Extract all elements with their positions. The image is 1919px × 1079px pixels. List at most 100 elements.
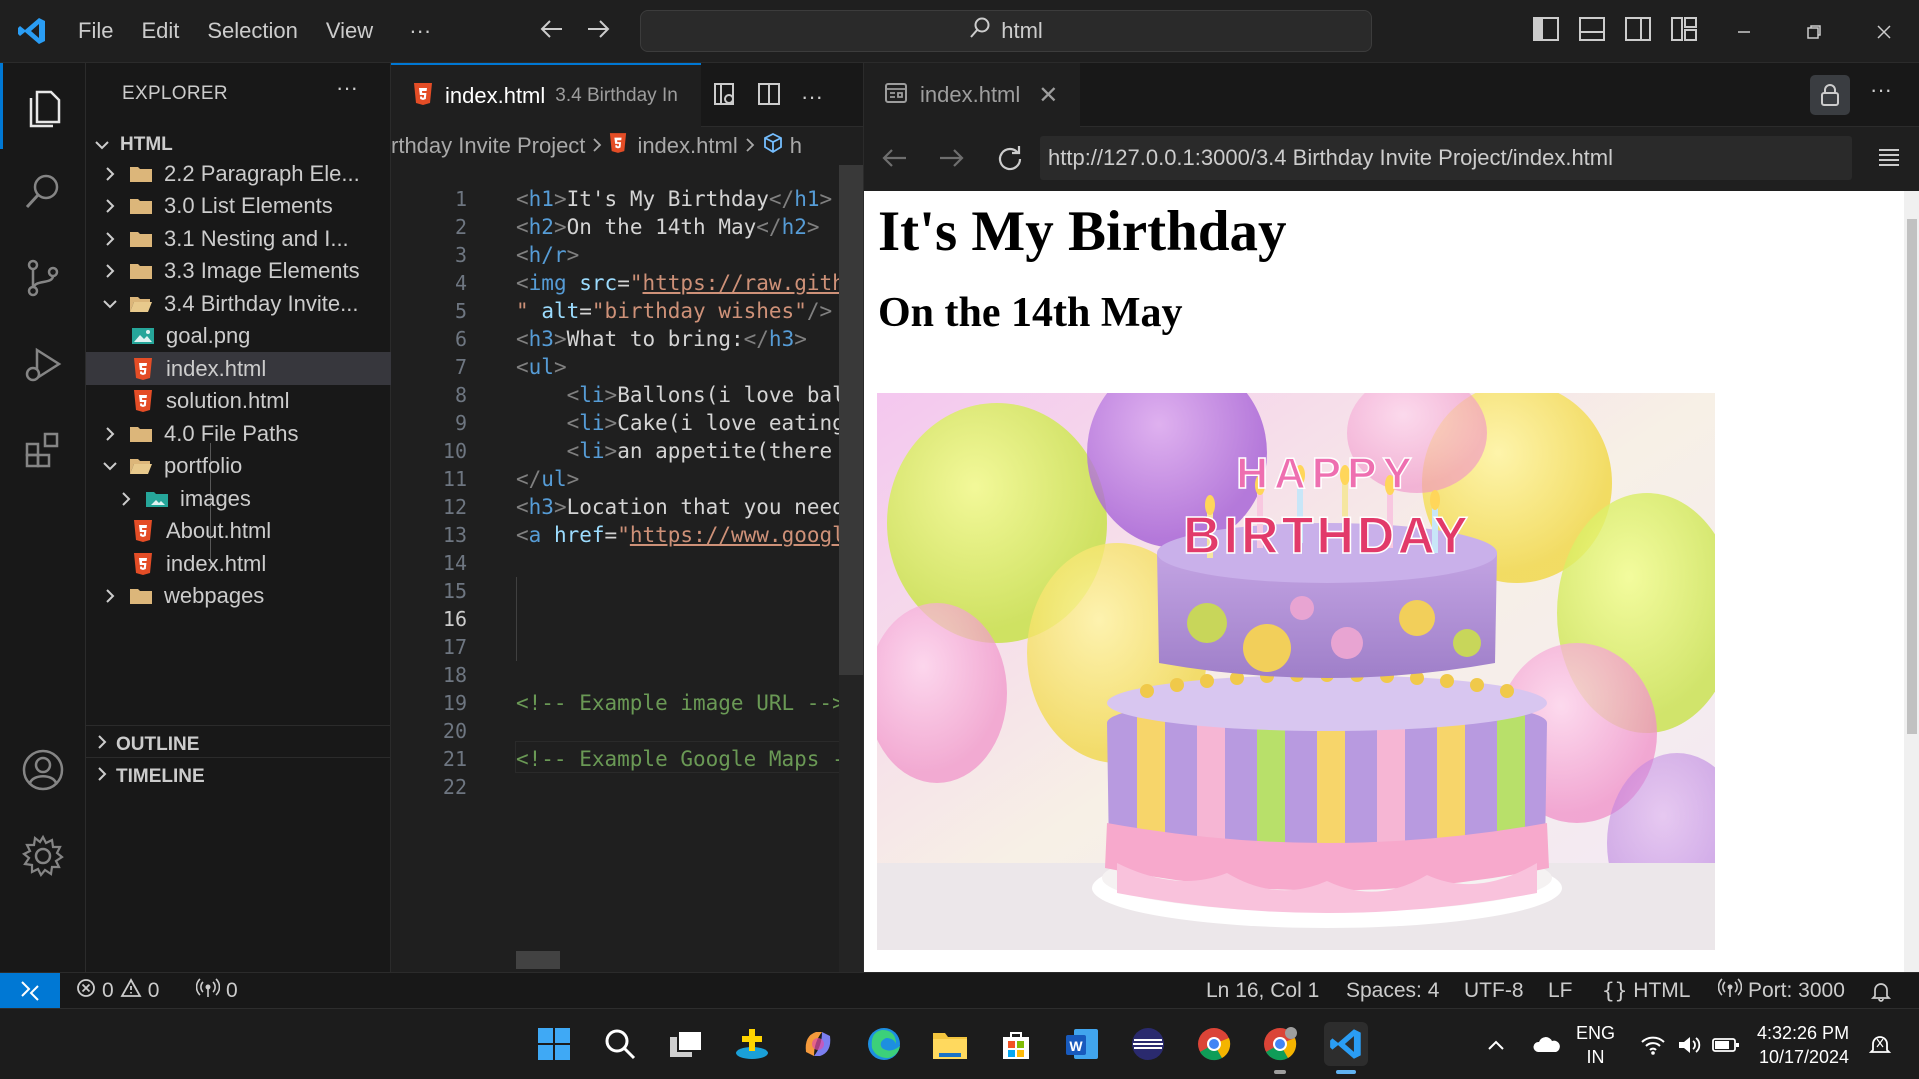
- menu-selection[interactable]: Selection: [193, 11, 312, 51]
- minimap-slider[interactable]: [839, 165, 863, 675]
- explorer-item[interactable]: 4.0 File Paths: [86, 417, 391, 450]
- split-editor-icon[interactable]: [757, 81, 781, 112]
- cursor-position[interactable]: Ln 16, Col 1: [1206, 973, 1319, 1009]
- indentation[interactable]: Spaces: 4: [1346, 973, 1439, 1009]
- hamburger-menu-icon[interactable]: [1876, 145, 1902, 176]
- menu-view[interactable]: View: [312, 11, 387, 51]
- tray-overflow-chevron-icon[interactable]: [1486, 1009, 1506, 1079]
- forward-arrow-icon[interactable]: [586, 14, 612, 44]
- app-disc-icon[interactable]: [1126, 1022, 1170, 1066]
- input-language-indicator[interactable]: ENG IN: [1576, 1021, 1615, 1069]
- horizontal-scrollbar[interactable]: [516, 951, 560, 969]
- task-view-icon[interactable]: [664, 1022, 708, 1066]
- browser-more-button[interactable]: ···: [1870, 77, 1892, 103]
- word-icon[interactable]: W: [1060, 1022, 1104, 1066]
- menu-file[interactable]: File: [64, 11, 127, 51]
- line-number: 15: [442, 579, 467, 603]
- explorer-item-label: 3.3 Image Elements: [164, 258, 360, 283]
- explorer-item[interactable]: index.html: [86, 547, 391, 580]
- battery-icon[interactable]: [1712, 1009, 1740, 1079]
- explorer-item[interactable]: 2.2 Paragraph Ele...: [86, 157, 391, 190]
- explorer-item[interactable]: index.html: [86, 352, 391, 385]
- microsoft-store-icon[interactable]: [994, 1022, 1038, 1066]
- file-explorer-icon[interactable]: [928, 1022, 972, 1066]
- end-of-line[interactable]: LF: [1548, 973, 1573, 1009]
- explorer-item[interactable]: solution.html: [86, 385, 391, 418]
- notifications-bell-icon[interactable]: [1870, 973, 1892, 1009]
- breadcrumb-folder[interactable]: rthday Invite Project: [391, 133, 585, 159]
- timeline-section[interactable]: TIMELINE: [86, 757, 391, 795]
- vscode-taskbar-icon[interactable]: [1324, 1022, 1368, 1066]
- chrome-profile-icon[interactable]: [1258, 1022, 1302, 1066]
- explorer-item[interactable]: 3.3 Image Elements: [86, 255, 391, 288]
- line-number: 8: [454, 383, 467, 407]
- source-control-icon[interactable]: [0, 235, 86, 321]
- page-heading-2: On the 14th May: [878, 290, 1183, 336]
- explorer-icon[interactable]: [0, 63, 86, 149]
- explorer-item[interactable]: portfolio: [86, 450, 391, 483]
- taskbar-search-icon[interactable]: [598, 1022, 642, 1066]
- language-mode[interactable]: {} HTML: [1602, 973, 1690, 1009]
- reload-icon[interactable]: [996, 145, 1024, 178]
- back-arrow-icon[interactable]: [538, 14, 564, 44]
- system-clock[interactable]: 4:32:26 PM 10/17/2024: [1757, 1021, 1849, 1069]
- extensions-icon[interactable]: [0, 407, 86, 493]
- wifi-icon[interactable]: [1640, 1009, 1666, 1079]
- encoding[interactable]: UTF-8: [1464, 973, 1524, 1009]
- line-number: 4: [454, 271, 467, 295]
- problems-indicator[interactable]: 0 0: [76, 973, 159, 1009]
- close-icon[interactable]: ✕: [1038, 81, 1058, 110]
- notification-center-icon[interactable]: [1868, 1009, 1892, 1079]
- toggle-primary-sidebar-icon[interactable]: [1532, 16, 1560, 47]
- minimize-button[interactable]: [1709, 0, 1779, 63]
- code-line-21: <!-- Example Google Maps -->: [516, 747, 863, 771]
- explorer-item[interactable]: 3.4 Birthday Invite...: [86, 287, 391, 320]
- ports-indicator[interactable]: 0: [195, 973, 238, 1009]
- editor-more-button[interactable]: ···: [801, 84, 823, 110]
- explorer-item[interactable]: About.html: [86, 515, 391, 548]
- edge-browser-icon[interactable]: [862, 1022, 906, 1066]
- remote-indicator-icon[interactable]: [0, 973, 60, 1009]
- browser-back-icon[interactable]: [880, 145, 908, 176]
- code-area[interactable]: 1 2 3 4 5 6 7 8 9 10 11 12 13 14 15 16 17 18 19 20 21 22 <h1>…: [391, 165, 863, 972]
- birthday-cake-image: HAPPY BIRTHDAY: [877, 393, 1715, 950]
- onedrive-cloud-icon[interactable]: [1532, 1009, 1560, 1079]
- explorer-more-button[interactable]: ···: [336, 75, 358, 101]
- tab-browser-preview[interactable]: index.html ✕: [864, 63, 1080, 127]
- url-input[interactable]: http://127.0.0.1:3000/3.4 Birthday Invit…: [1040, 136, 1852, 180]
- restore-button[interactable]: [1779, 0, 1849, 63]
- open-preview-icon[interactable]: [713, 81, 737, 112]
- menu-more-button[interactable]: ···: [387, 11, 453, 51]
- volume-icon[interactable]: [1676, 1009, 1702, 1079]
- explorer-item[interactable]: webpages: [86, 580, 391, 613]
- command-center-search[interactable]: html: [640, 10, 1372, 52]
- run-debug-icon[interactable]: [0, 321, 86, 407]
- breadcrumb-symbol[interactable]: h: [790, 133, 802, 159]
- lock-icon[interactable]: [1810, 75, 1850, 115]
- search-view-icon[interactable]: [0, 149, 86, 235]
- explorer-item-label: index.html: [166, 550, 267, 576]
- accounts-icon[interactable]: [0, 727, 86, 813]
- customize-layout-icon[interactable]: [1670, 16, 1698, 47]
- breadcrumb-file[interactable]: index.html: [637, 133, 737, 159]
- toggle-panel-icon[interactable]: [1578, 16, 1606, 47]
- copilot-icon[interactable]: [796, 1022, 840, 1066]
- menu-edit[interactable]: Edit: [127, 11, 193, 51]
- explorer-item[interactable]: 3.0 List Elements: [86, 190, 391, 223]
- explorer-item[interactable]: goal.png: [86, 320, 391, 353]
- live-server-port[interactable]: Port: 3000: [1717, 973, 1845, 1009]
- browser-forward-icon[interactable]: [938, 145, 966, 176]
- explorer-item[interactable]: 3.1 Nesting and I...: [86, 222, 391, 255]
- toggle-secondary-sidebar-icon[interactable]: [1624, 16, 1652, 47]
- settings-gear-icon[interactable]: [0, 813, 86, 899]
- close-window-button[interactable]: [1849, 0, 1919, 63]
- line-number: 2: [454, 215, 467, 239]
- page-scrollbar-thumb[interactable]: [1907, 219, 1917, 734]
- tab-index-html[interactable]: index.html 3.4 Birthday In: [391, 63, 701, 127]
- chrome-icon[interactable]: [1192, 1022, 1236, 1066]
- windows-start-icon[interactable]: [532, 1022, 576, 1066]
- code-line-4: <img src="https://raw.githubusercontent.…: [516, 271, 863, 295]
- browser-preview-icon: [884, 82, 908, 109]
- app-plus-icon[interactable]: [730, 1022, 774, 1066]
- explorer-item[interactable]: images: [86, 482, 391, 515]
